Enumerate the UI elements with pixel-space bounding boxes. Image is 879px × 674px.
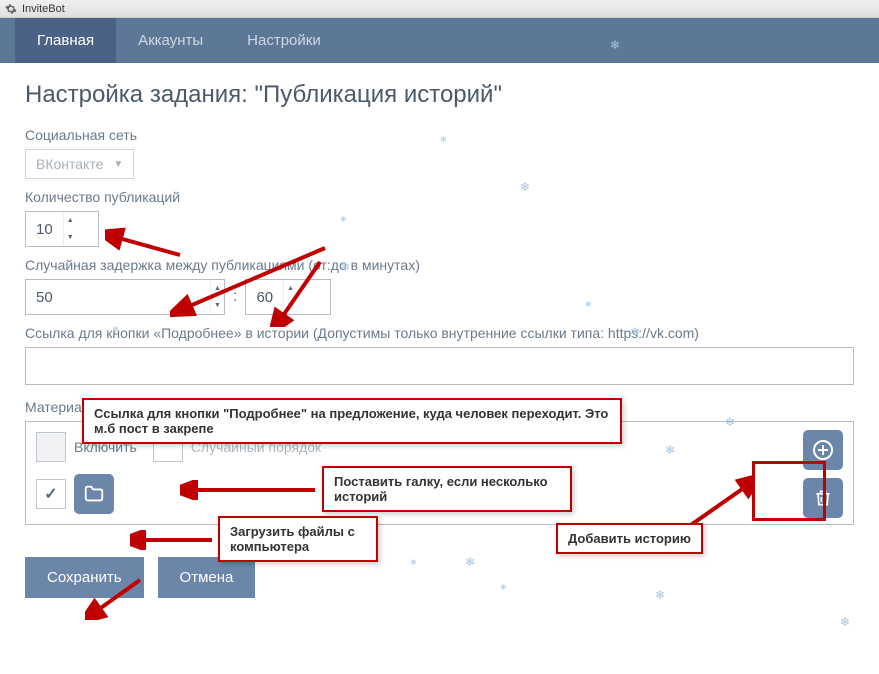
plus-circle-icon [811, 438, 835, 462]
spinner-up-icon[interactable]: ▲ [64, 212, 77, 229]
publications-value: 10 [26, 212, 63, 246]
input-link[interactable] [25, 347, 854, 385]
save-button[interactable]: Сохранить [25, 557, 144, 598]
input-publications[interactable]: 10 ▲▼ [25, 211, 99, 247]
checkbox-file-enabled[interactable] [36, 479, 66, 509]
label-social: Социальная сеть [25, 127, 854, 143]
app-name: InviteBot [22, 3, 65, 15]
input-delay-from[interactable]: 50 ▲▼ [25, 279, 225, 315]
gear-icon [4, 2, 18, 16]
nav-tabs: Главная Аккаунты Настройки [0, 18, 879, 63]
spinner-publications[interactable]: ▲▼ [63, 212, 77, 246]
tab-accounts[interactable]: Аккаунты [116, 18, 225, 63]
input-delay-to[interactable]: 60 ▲▼ [245, 279, 331, 315]
delay-to-value: 60 [246, 280, 283, 314]
delay-separator: : [233, 288, 237, 306]
folder-button[interactable] [74, 474, 114, 514]
spinner-down-icon[interactable]: ▼ [64, 229, 77, 246]
add-story-button[interactable] [803, 430, 843, 470]
annotation-checkbox: Поставить галку, если несколько историй [322, 466, 572, 512]
spinner-delay-to[interactable]: ▲▼ [283, 280, 297, 314]
delay-from-value: 50 [26, 280, 210, 314]
delete-story-button[interactable] [803, 478, 843, 518]
spinner-down-icon[interactable]: ▼ [284, 297, 297, 314]
label-publications: Количество публикаций [25, 189, 854, 205]
folder-icon [83, 483, 105, 505]
spinner-delay-from[interactable]: ▲▼ [210, 280, 224, 314]
spinner-up-icon[interactable]: ▲ [284, 280, 297, 297]
annotation-link: Ссылка для кнопки "Подробнее" на предлож… [82, 398, 622, 444]
checkbox-include[interactable] [36, 432, 66, 462]
chevron-down-icon: ▼ [113, 159, 123, 170]
cancel-button[interactable]: Отмена [158, 557, 256, 598]
tab-settings[interactable]: Настройки [225, 18, 343, 63]
title-bar: InviteBot [0, 0, 879, 18]
label-delay: Случайная задержка между публикациями (о… [25, 257, 854, 273]
spinner-down-icon[interactable]: ▼ [211, 297, 224, 314]
spinner-up-icon[interactable]: ▲ [211, 280, 224, 297]
tab-main[interactable]: Главная [15, 18, 116, 63]
snowflake-icon: ❄ [840, 615, 850, 629]
annotation-upload: Загрузить файлы с компьютера [218, 516, 378, 562]
trash-icon [813, 488, 833, 508]
select-social[interactable]: ВКонтакте ▼ [25, 149, 134, 179]
label-link: Ссылка для кнопки «Подробнее» в истории … [25, 325, 854, 341]
annotation-add: Добавить историю [556, 523, 703, 554]
page-title: Настройка задания: "Публикация историй" [25, 81, 854, 109]
select-social-value: ВКонтакте [36, 156, 103, 172]
